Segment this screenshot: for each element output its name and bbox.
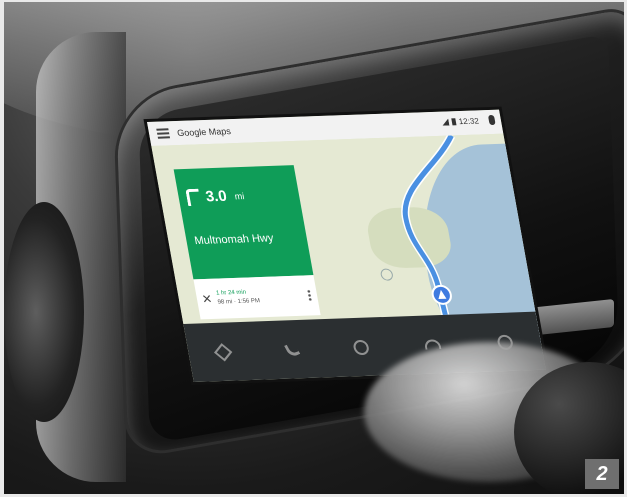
app-title: Google Maps [176, 126, 232, 139]
battery-icon [451, 118, 457, 126]
navigation-icon[interactable] [214, 342, 233, 361]
car-dashboard-photo: Google Maps 12:32 3.0 mi Multnomah Hwy ✕… [4, 2, 624, 494]
close-icon[interactable]: ✕ [196, 292, 219, 307]
figure-number-badge: 2 [585, 459, 619, 489]
menu-icon[interactable] [156, 128, 171, 139]
distance-unit: mi [233, 190, 246, 201]
clock: 12:32 [458, 116, 480, 127]
air-vent [4, 202, 84, 422]
turn-distance: 3.0 [204, 187, 229, 206]
street-name: Multnomah Hwy [193, 232, 275, 248]
phone-icon[interactable] [283, 341, 300, 358]
mic-icon[interactable] [487, 114, 496, 126]
direction-card[interactable]: 3.0 mi Multnomah Hwy [173, 165, 314, 280]
home-icon[interactable] [352, 339, 370, 355]
eta-card[interactable]: ✕ 1 hr 24 min 98 mi · 1:56 PM [193, 275, 321, 320]
status-area: 12:32 [441, 116, 480, 126]
turn-left-icon [185, 188, 202, 207]
signal-icon [441, 119, 449, 126]
more-options-icon[interactable] [306, 289, 313, 302]
eta-distance-arrival: 98 mi · 1:56 PM [217, 298, 261, 306]
